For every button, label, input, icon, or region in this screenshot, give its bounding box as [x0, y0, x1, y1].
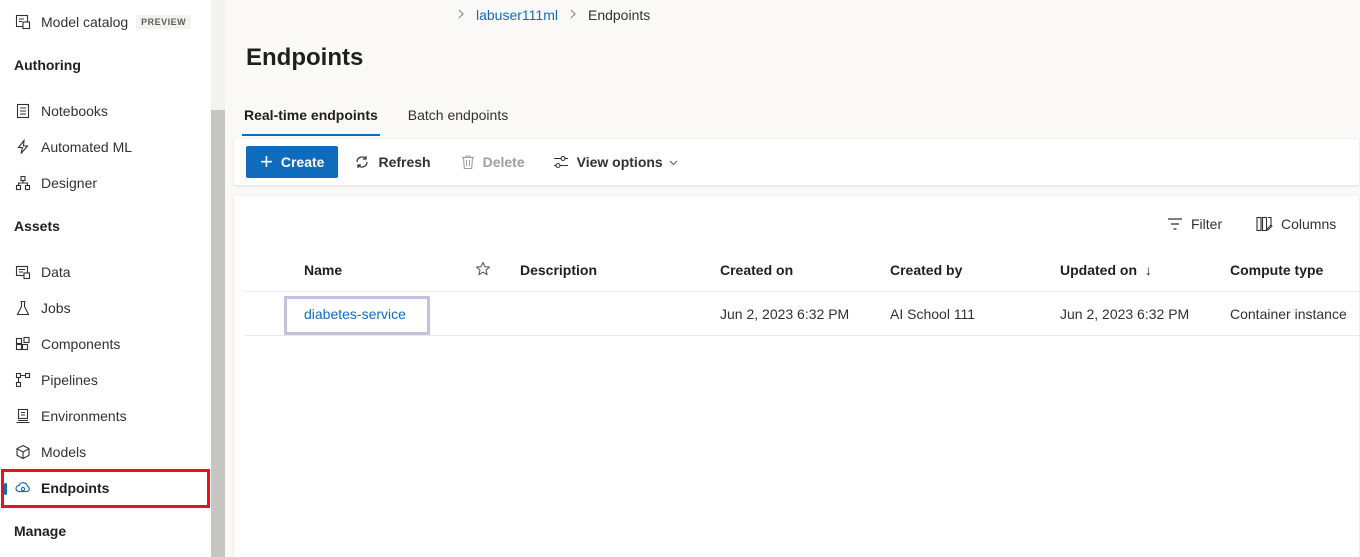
sidebar-item-model-catalog[interactable]: Model catalog PREVIEW — [0, 4, 211, 40]
breadcrumb: labuser111ml Endpoints — [456, 7, 650, 23]
column-header-name[interactable]: Name — [304, 262, 342, 278]
left-nav: Model catalog PREVIEW Authoring Notebook… — [0, 0, 211, 557]
automated-ml-icon — [14, 138, 32, 156]
sidebar-item-label: Automated ML — [41, 139, 133, 155]
annotation-highlight-box — [1, 469, 210, 508]
sidebar-item-label: Environments — [41, 408, 127, 424]
sidebar-item-models[interactable]: Models — [0, 434, 211, 470]
components-icon — [14, 335, 32, 353]
create-label: Create — [280, 154, 325, 170]
models-icon — [14, 443, 32, 461]
tab-batch-endpoints[interactable]: Batch endpoints — [408, 100, 508, 136]
chevron-down-icon — [669, 158, 678, 167]
delete-label: Delete — [482, 154, 525, 170]
endpoints-grid-card — [234, 196, 1359, 557]
sidebar-item-data[interactable]: Data — [0, 254, 211, 290]
pipelines-icon — [14, 371, 32, 389]
sidebar-item-label: Pipelines — [41, 372, 98, 388]
endpoint-tabs: Real-time endpoints Batch endpoints — [242, 100, 538, 136]
header-divider — [244, 291, 1359, 292]
column-header-created-on[interactable]: Created on — [720, 262, 793, 278]
sliders-icon — [553, 154, 569, 170]
columns-button[interactable]: Columns — [1256, 216, 1336, 232]
command-bar: + Create Refresh Delete View options — [234, 139, 1359, 185]
delete-button[interactable]: Delete — [461, 154, 525, 170]
columns-icon — [1256, 216, 1273, 232]
jobs-icon — [14, 299, 32, 317]
sidebar-item-label: Designer — [41, 175, 98, 191]
sidebar-item-label: Models — [41, 444, 87, 460]
sidebar-item-label: Components — [41, 336, 121, 352]
view-options-button[interactable]: View options — [553, 154, 678, 170]
sidebar-item-label: Notebooks — [41, 103, 108, 119]
endpoint-name[interactable]: diabetes-service — [304, 306, 406, 322]
column-header-created-by[interactable]: Created by — [890, 262, 962, 278]
column-header-updated-on[interactable]: Updated on ↓ — [1060, 262, 1152, 278]
preview-badge: PREVIEW — [136, 15, 192, 29]
plus-icon: + — [260, 149, 273, 174]
breadcrumb-current: Endpoints — [587, 7, 651, 23]
section-heading-authoring: Authoring — [14, 57, 81, 73]
favorite-star-icon[interactable] — [475, 261, 491, 280]
page-title: Endpoints — [246, 44, 364, 71]
view-options-label: View options — [576, 154, 663, 170]
trash-icon — [461, 154, 475, 170]
sidebar-scrollbar[interactable] — [211, 0, 225, 557]
designer-icon — [14, 174, 32, 192]
environments-icon — [14, 407, 32, 425]
cell-updated-on: Jun 2, 2023 6:32 PM — [1060, 306, 1190, 322]
refresh-label: Refresh — [378, 154, 431, 170]
data-icon — [14, 263, 32, 281]
sidebar-item-label: Model catalog — [41, 14, 129, 30]
filter-icon — [1167, 217, 1183, 231]
row-divider — [244, 335, 1359, 336]
section-heading-assets: Assets — [14, 218, 60, 234]
columns-label: Columns — [1281, 216, 1337, 232]
filter-label: Filter — [1191, 216, 1223, 232]
chevron-right-icon — [568, 8, 578, 22]
cell-created-on: Jun 2, 2023 6:32 PM — [720, 306, 850, 322]
sidebar-item-label: Jobs — [41, 300, 71, 316]
sort-descending-icon: ↓ — [1144, 262, 1152, 278]
refresh-button[interactable]: Refresh — [354, 154, 431, 170]
cell-created-by: AI School 111 — [890, 306, 976, 322]
section-heading-manage: Manage — [14, 523, 67, 539]
sidebar-item-environments[interactable]: Environments — [0, 398, 211, 434]
updated-on-label: Updated on — [1060, 262, 1137, 278]
chevron-right-icon — [456, 8, 466, 22]
endpoint-name-link[interactable]: diabetes-service — [284, 296, 430, 335]
model-catalog-icon — [14, 13, 32, 31]
notebook-icon — [14, 102, 32, 120]
refresh-icon — [354, 154, 370, 170]
sidebar-item-components[interactable]: Components — [0, 326, 211, 362]
sidebar-item-jobs[interactable]: Jobs — [0, 290, 211, 326]
column-header-description[interactable]: Description — [520, 262, 597, 278]
sidebar-item-label: Data — [41, 264, 71, 280]
sidebar-item-notebooks[interactable]: Notebooks — [0, 93, 211, 129]
sidebar-item-designer[interactable]: Designer — [0, 165, 211, 201]
tab-real-time-endpoints[interactable]: Real-time endpoints — [242, 100, 380, 136]
scrollbar-thumb[interactable] — [211, 110, 225, 557]
filter-button[interactable]: Filter — [1167, 216, 1222, 232]
breadcrumb-workspace-link[interactable]: labuser111ml — [476, 7, 558, 23]
cell-compute-type: Container instance — [1230, 306, 1347, 322]
column-header-compute-type[interactable]: Compute type — [1230, 262, 1323, 278]
sidebar-item-pipelines[interactable]: Pipelines — [0, 362, 211, 398]
create-button[interactable]: + Create — [246, 146, 339, 178]
sidebar-item-automated-ml[interactable]: Automated ML — [0, 129, 211, 165]
